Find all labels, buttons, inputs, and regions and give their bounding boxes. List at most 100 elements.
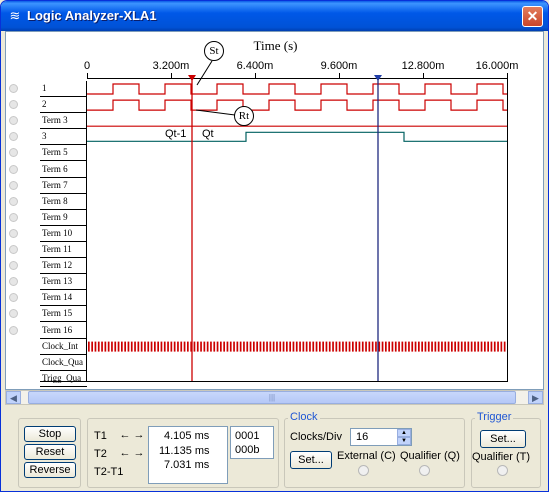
clock-pulse: [490, 341, 493, 352]
st-annotation: St: [204, 41, 224, 61]
clock-pulse: [154, 341, 156, 352]
clock-pulse: [91, 341, 93, 352]
clock-pulse: [144, 341, 146, 352]
scroll-right-button[interactable]: ▶: [528, 391, 543, 404]
clock-pulse: [292, 341, 295, 352]
clocks-per-div-value: 16: [356, 431, 369, 443]
clock-pulse: [474, 341, 476, 352]
clock-pulse: [180, 341, 183, 352]
clock-pulse: [441, 341, 443, 352]
clock-pulse: [160, 341, 163, 352]
stop-button[interactable]: Stop: [24, 426, 76, 442]
clock-pulse: [394, 341, 397, 352]
qt-minus-1-label: Qt-1: [165, 128, 187, 140]
clock-pulse: [200, 341, 202, 352]
clock-pulse: [107, 341, 110, 352]
clock-pulse: [170, 341, 173, 352]
clock-pulse: [411, 341, 414, 352]
trigger-qualifier-radio[interactable]: [497, 465, 508, 476]
clock-pulse: [503, 341, 506, 352]
control-panel: Stop Reset Reverse T1 T2 T2-T1 ← → ← → 4…: [1, 408, 548, 491]
clock-pulse: [117, 341, 120, 352]
logic-analyzer-window: ≋ Logic Analyzer-XLA1 ✕ Time (s) 0 3.200m…: [0, 0, 549, 492]
spin-down-icon[interactable]: ▼: [397, 437, 411, 445]
t2-t1-label: T2-T1: [94, 466, 124, 478]
clock-pulse: [121, 341, 123, 352]
title-bar[interactable]: ≋ Logic Analyzer-XLA1 ✕: [1, 1, 548, 31]
clock-set-button[interactable]: Set...: [290, 451, 332, 469]
clock-pulse: [480, 341, 483, 352]
clock-pulse: [272, 341, 275, 352]
clock-pulse: [246, 341, 249, 352]
external-radio[interactable]: [358, 465, 369, 476]
clock-pulse: [97, 341, 100, 352]
clock-pulse: [210, 341, 212, 352]
clock-pulse: [279, 341, 282, 352]
clock-pulse: [173, 341, 176, 352]
clock-pulse: [322, 341, 324, 352]
clock-pulse: [368, 341, 371, 352]
clock-pulse: [312, 341, 315, 352]
clock-pulse: [137, 341, 140, 352]
clock-pulse: [269, 341, 272, 352]
clock-pulse: [256, 341, 258, 352]
clock-pulse: [391, 341, 394, 352]
clock-pulse: [424, 341, 427, 352]
clock-pulse: [497, 341, 499, 352]
clock-group-title: Clock: [288, 411, 320, 423]
clock-pulse: [213, 341, 216, 352]
reset-button[interactable]: Reset: [24, 444, 76, 460]
scroll-thumb[interactable]: |||: [28, 391, 516, 404]
clock-pulse: [365, 341, 367, 352]
scroll-left-button[interactable]: ◀: [6, 391, 21, 404]
clock-pulse: [457, 341, 460, 352]
spin-up-icon[interactable]: ▲: [397, 429, 411, 437]
t1-value: 0001: [235, 430, 260, 442]
clock-pulse: [421, 341, 423, 352]
clock-pulse: [408, 341, 410, 352]
clock-pulse: [319, 341, 321, 352]
clock-pulse: [226, 341, 229, 352]
t1-left-arrow[interactable]: ←: [118, 429, 132, 442]
clock-pulse: [282, 341, 285, 352]
clock-pulse: [147, 341, 150, 352]
horizontal-scrollbar[interactable]: ◀ ||| ▶: [5, 390, 544, 405]
clock-pulse: [418, 341, 420, 352]
t1-right-arrow[interactable]: →: [132, 429, 146, 442]
clock-pulse: [434, 341, 437, 352]
clock-pulse: [378, 341, 381, 352]
clock-pulse: [229, 341, 232, 352]
clock-pulse: [150, 341, 153, 352]
clocks-per-div-input[interactable]: 16 ▲ ▼: [350, 428, 412, 446]
clock-pulse: [398, 341, 400, 352]
clock-pulse: [295, 341, 298, 352]
t2-right-arrow[interactable]: →: [132, 447, 146, 460]
qt-label: Qt: [202, 128, 214, 140]
clock-pulse: [447, 341, 450, 352]
qualifier-radio[interactable]: [419, 465, 430, 476]
close-button[interactable]: ✕: [522, 6, 543, 27]
clock-pulse: [345, 341, 348, 352]
qualifier-label: Qualifier (Q): [400, 450, 460, 462]
t2-left-arrow[interactable]: ←: [118, 447, 132, 460]
reverse-button[interactable]: Reverse: [24, 462, 76, 478]
clock-pulse: [404, 341, 407, 352]
clock-pulse: [134, 341, 136, 352]
clock-pulse: [249, 341, 252, 352]
clock-pulse: [444, 341, 447, 352]
clock-pulse: [487, 341, 489, 352]
trigger-set-button[interactable]: Set...: [480, 430, 526, 448]
clock-pulse: [299, 341, 301, 352]
clock-pulse: [342, 341, 344, 352]
external-label: External (C): [337, 450, 396, 462]
clock-pulse: [385, 341, 387, 352]
clock-pulse: [216, 341, 219, 352]
clock-pulse: [177, 341, 179, 352]
clock-pulse: [236, 341, 239, 352]
timing-display: Time (s) 0 3.200m 6.400m 9.600m 12.800m 16.00…: [5, 31, 544, 390]
clock-pulse: [388, 341, 390, 352]
clocks-per-div-label: Clocks/Div: [290, 431, 342, 443]
clock-pulse: [183, 341, 186, 352]
t1-label: T1: [94, 430, 107, 442]
clock-pulse: [338, 341, 341, 352]
